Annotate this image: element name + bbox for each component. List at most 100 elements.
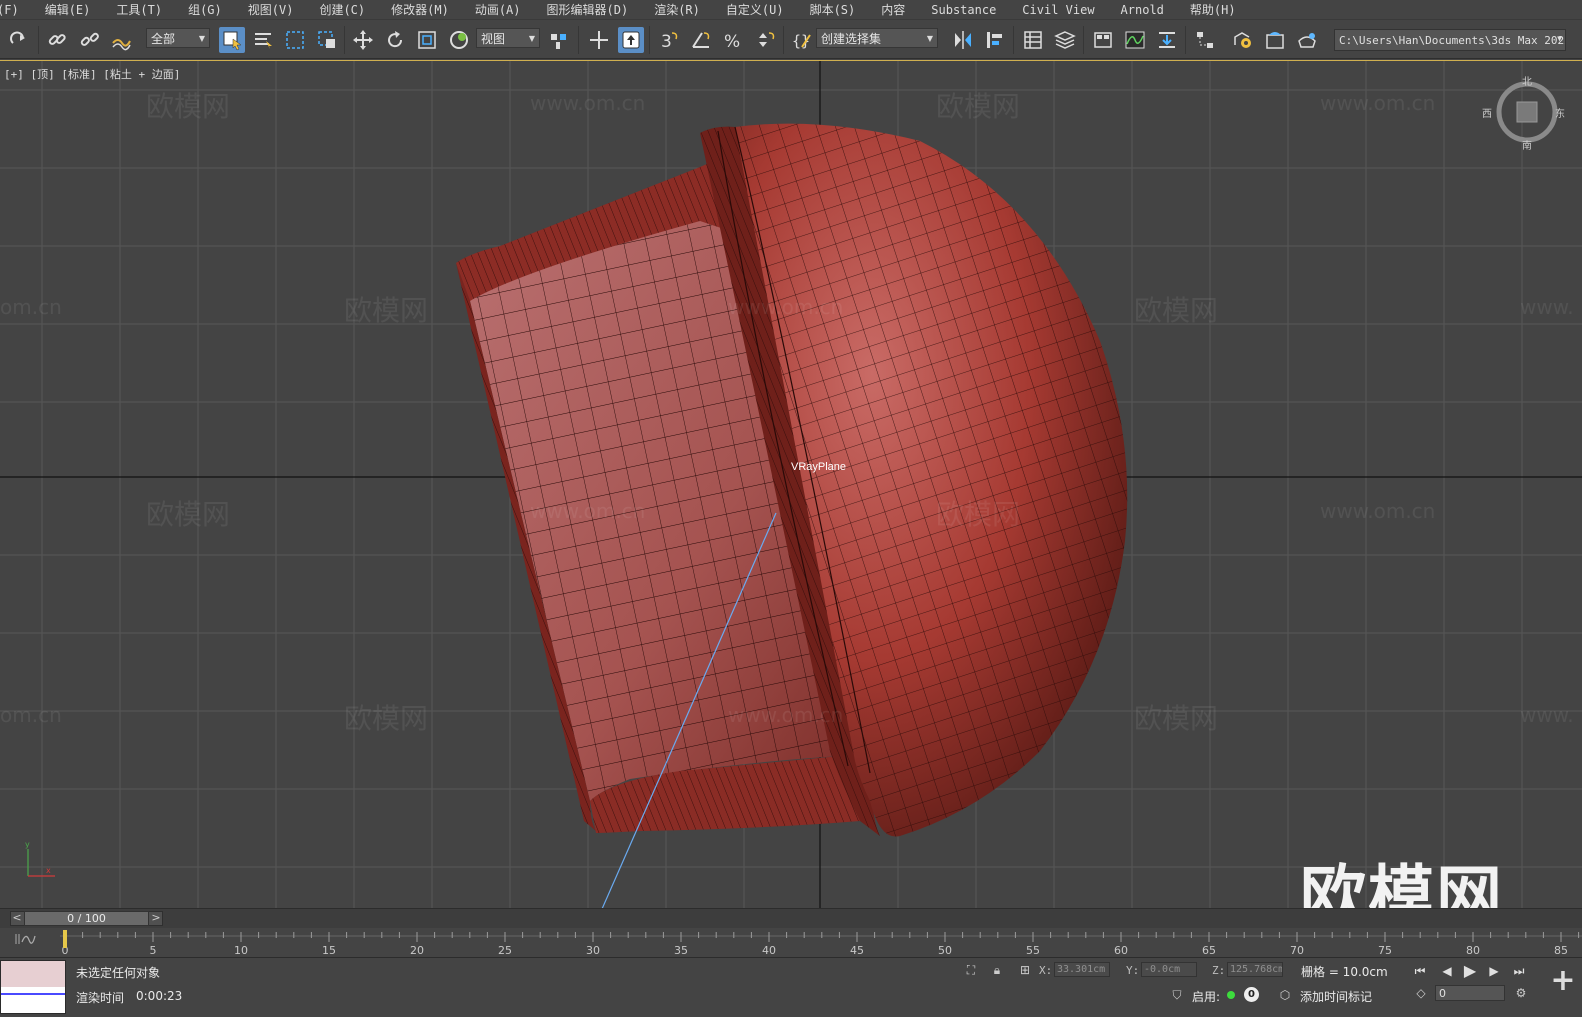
- link-icon[interactable]: [44, 27, 70, 53]
- menu-modifiers[interactable]: 修改器(M): [378, 1, 462, 18]
- viewcube-west-label[interactable]: 西: [1482, 105, 1492, 120]
- track-bar-tick-label: 35: [674, 944, 688, 957]
- percent-snap-icon[interactable]: %: [720, 27, 746, 53]
- svg-text:{}: {}: [792, 32, 810, 50]
- next-frame-icon[interactable]: ▶︎: [1484, 962, 1504, 980]
- menu-scripting[interactable]: 脚本(S): [797, 1, 869, 18]
- align-icon[interactable]: [982, 27, 1008, 53]
- absolute-mode-icon[interactable]: ⊞: [1016, 962, 1034, 978]
- current-frame-field[interactable]: 0: [1435, 985, 1505, 1001]
- menu-views[interactable]: 视图(V): [235, 1, 307, 18]
- menu-group[interactable]: 组(G): [175, 1, 235, 18]
- viewcube[interactable]: 北 南 东 西: [1482, 77, 1565, 152]
- time-slider-prev-button[interactable]: <: [10, 911, 24, 926]
- viewport-canvas: y x: [0, 61, 1582, 908]
- svg-text:%: %: [724, 32, 740, 51]
- selection-filter-dropdown[interactable]: 全部 ▼: [146, 28, 210, 48]
- time-slider[interactable]: < 0 / 100 >: [0, 908, 1582, 928]
- isolate-selection-icon[interactable]: ⛶: [962, 962, 980, 978]
- dope-sheet-icon[interactable]: [1154, 27, 1180, 53]
- menu-graph-editors[interactable]: 图形编辑器(D): [534, 1, 642, 18]
- add-time-tag-button[interactable]: 添加时间标记: [1300, 988, 1372, 1005]
- mirror-icon[interactable]: [950, 27, 976, 53]
- select-by-name-icon[interactable]: [250, 27, 276, 53]
- maxscript-mini-listener[interactable]: [0, 960, 66, 1014]
- go-to-end-icon[interactable]: ⏭: [1509, 962, 1529, 980]
- menu-file[interactable]: (F): [0, 3, 32, 17]
- edit-named-selection-icon[interactable]: {}: [788, 27, 814, 53]
- render-time-value: 0:00:23: [136, 989, 183, 1003]
- menu-substance[interactable]: Substance: [918, 3, 1009, 17]
- time-tag-count-badge[interactable]: 0: [1244, 987, 1259, 1002]
- track-bar-ruler[interactable]: 0 5 10 15 20 25 30 35 40 45 50 55 60 65 70 75 80 85: [0, 928, 1582, 958]
- status-message: 未选定任何对象: [76, 966, 161, 980]
- track-bar-tick-label: 55: [1026, 944, 1040, 957]
- render-production-icon[interactable]: [1294, 27, 1320, 53]
- layer-explorer-icon[interactable]: [1052, 27, 1078, 53]
- viewport-top[interactable]: [+] [顶] [标准] [粘土 + 边面] y x VRayPlane 北 南…: [0, 60, 1582, 908]
- toggle-ribbon-icon[interactable]: [1090, 27, 1116, 53]
- time-slider-next-button[interactable]: >: [149, 911, 163, 926]
- play-icon[interactable]: ▶︎: [1460, 962, 1480, 980]
- move-icon[interactable]: [350, 27, 376, 53]
- selection-lock-icon[interactable]: 🔒︎: [988, 962, 1006, 978]
- menu-civil-view[interactable]: Civil View: [1009, 3, 1107, 17]
- angle-snap-icon[interactable]: [688, 27, 714, 53]
- track-bar-tick-label: 80: [1466, 944, 1480, 957]
- menu-customize[interactable]: 自定义(U): [713, 1, 797, 18]
- schematic-view-icon[interactable]: [1192, 27, 1218, 53]
- project-path-field[interactable]: C:\Users\Han\Documents\3ds Max 2022 ▼: [1334, 29, 1566, 51]
- menu-help[interactable]: 帮助(H): [1177, 1, 1249, 18]
- rendered-frame-window-icon[interactable]: [1262, 27, 1288, 53]
- time-slider-thumb[interactable]: 0 / 100: [24, 911, 149, 926]
- pivot-center-icon[interactable]: [546, 27, 572, 53]
- menu-edit[interactable]: 编辑(E): [32, 1, 104, 18]
- menu-bar: (F) 编辑(E) 工具(T) 组(G) 视图(V) 创建(C) 修改器(M) …: [0, 0, 1582, 19]
- menu-create[interactable]: 创建(C): [306, 1, 378, 18]
- track-bar-tick-label: 45: [850, 944, 864, 957]
- x-coord-field[interactable]: 33.301cm: [1054, 962, 1110, 977]
- viewcube-north-label[interactable]: 北: [1522, 73, 1532, 88]
- time-configuration-icon[interactable]: ⚙: [1512, 985, 1530, 1001]
- curve-editor-icon[interactable]: [1122, 27, 1148, 53]
- menu-content[interactable]: 内容: [868, 1, 918, 18]
- unlink-icon[interactable]: [76, 27, 102, 53]
- y-coord-field[interactable]: -0.0cm: [1141, 962, 1197, 977]
- select-manipulate-icon[interactable]: [586, 27, 612, 53]
- render-setup-icon[interactable]: [1230, 27, 1256, 53]
- bind-space-warp-icon[interactable]: [108, 27, 134, 53]
- reference-coord-dropdown[interactable]: 视图 ▼: [476, 28, 540, 48]
- menu-rendering[interactable]: 渲染(R): [641, 1, 713, 18]
- place-icon[interactable]: [446, 27, 472, 53]
- menu-animation[interactable]: 动画(A): [462, 1, 534, 18]
- previous-frame-icon[interactable]: ◀︎: [1437, 962, 1457, 980]
- go-to-start-icon[interactable]: ⏮: [1410, 962, 1430, 980]
- named-selection-dropdown[interactable]: 创建选择集 ▼: [816, 28, 938, 48]
- redo-icon[interactable]: [6, 27, 32, 53]
- rectangular-selection-icon[interactable]: [282, 27, 308, 53]
- window-crossing-icon[interactable]: [314, 27, 340, 53]
- keyboard-shortcut-override-icon[interactable]: [618, 27, 644, 53]
- track-bar[interactable]: 0 5 10 15 20 25 30 35 40 45 50 55 60 65 70 75 80 85: [0, 928, 1582, 958]
- adaptive-degradation-icon[interactable]: ⛉: [1168, 987, 1186, 1003]
- snaps-toggle-icon[interactable]: 3: [656, 27, 682, 53]
- rotate-icon[interactable]: [382, 27, 408, 53]
- add-time-tag-icon[interactable]: ⬡: [1276, 987, 1294, 1003]
- named-selection-value: 创建选择集: [821, 31, 882, 46]
- viewcube-east-label[interactable]: 东: [1555, 105, 1565, 120]
- enable-label: 启用:: [1192, 990, 1221, 1004]
- add-viewport-button[interactable]: +: [1548, 966, 1578, 996]
- scene-explorer-icon[interactable]: [1020, 27, 1046, 53]
- z-coord-field[interactable]: 125.768cm: [1227, 962, 1283, 977]
- spinner-snap-icon[interactable]: [752, 27, 778, 53]
- menu-arnold[interactable]: Arnold: [1108, 3, 1177, 17]
- menu-tools[interactable]: 工具(T): [103, 1, 175, 18]
- brand-logo-overlay: 欧模网: [1300, 858, 1504, 908]
- track-bar-tick-label: 40: [762, 944, 776, 957]
- track-bar-tick-label: 15: [322, 944, 336, 957]
- select-object-icon[interactable]: [219, 27, 245, 53]
- key-mode-toggle-icon[interactable]: ◇: [1412, 985, 1430, 1001]
- viewport-label[interactable]: [+] [顶] [标准] [粘土 + 边面]: [4, 66, 180, 82]
- scale-icon[interactable]: [414, 27, 440, 53]
- viewcube-south-label[interactable]: 南: [1522, 137, 1532, 152]
